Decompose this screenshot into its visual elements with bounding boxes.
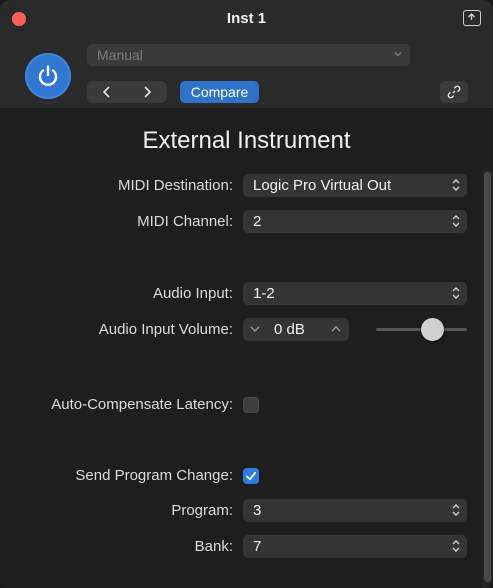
link-icon	[447, 85, 461, 99]
chevron-left-icon	[102, 86, 110, 98]
chevron-down-icon[interactable]	[248, 323, 262, 335]
auto-compensate-latency-checkbox[interactable]	[243, 397, 259, 413]
checkmark-icon	[246, 471, 257, 481]
chevron-up-icon[interactable]	[329, 323, 343, 335]
float-window-icon[interactable]	[463, 10, 481, 26]
plugin-window: Inst 1 Manual Compare External Instrumen…	[0, 0, 493, 588]
auto-compensate-latency-label: Auto-Compensate Latency:	[51, 396, 233, 413]
preset-navigation	[87, 81, 167, 103]
midi-destination-value: Logic Pro Virtual Out	[253, 177, 392, 194]
bank-popup[interactable]: 7	[243, 535, 467, 558]
midi-channel-label: MIDI Channel:	[137, 213, 233, 230]
up-down-chevron-icon	[452, 287, 460, 299]
send-program-change-checkbox[interactable]	[243, 468, 259, 484]
previous-preset-button[interactable]	[87, 81, 127, 103]
program-popup[interactable]: 3	[243, 499, 467, 522]
up-down-chevron-icon	[452, 215, 460, 227]
preset-name: Manual	[97, 47, 143, 63]
up-down-chevron-icon	[452, 540, 460, 552]
program-value: 3	[253, 502, 262, 519]
up-down-chevron-icon	[452, 179, 460, 191]
bank-value: 7	[253, 538, 262, 555]
program-label: Program:	[171, 502, 233, 519]
chevron-down-icon	[394, 51, 402, 57]
midi-destination-popup[interactable]: Logic Pro Virtual Out	[243, 174, 467, 197]
midi-destination-label: MIDI Destination:	[117, 177, 233, 194]
audio-input-volume-slider-knob[interactable]	[421, 318, 444, 341]
next-preset-button[interactable]	[127, 81, 167, 103]
up-down-chevron-icon	[452, 504, 460, 516]
audio-input-label: Audio Input:	[152, 285, 233, 302]
audio-input-volume-label: Audio Input Volume:	[98, 321, 233, 338]
audio-input-volume-stepper[interactable]: 0 dB	[243, 318, 349, 341]
preset-menu[interactable]: Manual	[87, 44, 410, 66]
audio-input-popup[interactable]: 1-2	[243, 282, 467, 305]
compare-button[interactable]: Compare	[180, 81, 259, 103]
plugin-title: External Instrument	[142, 127, 351, 154]
midi-channel-popup[interactable]: 2	[243, 210, 467, 233]
power-icon[interactable]	[25, 53, 71, 99]
bank-label: Bank:	[194, 538, 233, 555]
midi-channel-value: 2	[253, 213, 262, 230]
title-bar: Inst 1	[0, 0, 493, 38]
chevron-right-icon	[144, 86, 152, 98]
window-title: Inst 1	[226, 10, 267, 27]
send-program-change-label: Send Program Change:	[75, 467, 233, 484]
audio-input-volume-value: 0 dB	[274, 321, 305, 338]
scrollbar-thumb[interactable]	[484, 172, 491, 582]
audio-input-value: 1-2	[253, 285, 275, 302]
link-button[interactable]	[440, 81, 468, 103]
